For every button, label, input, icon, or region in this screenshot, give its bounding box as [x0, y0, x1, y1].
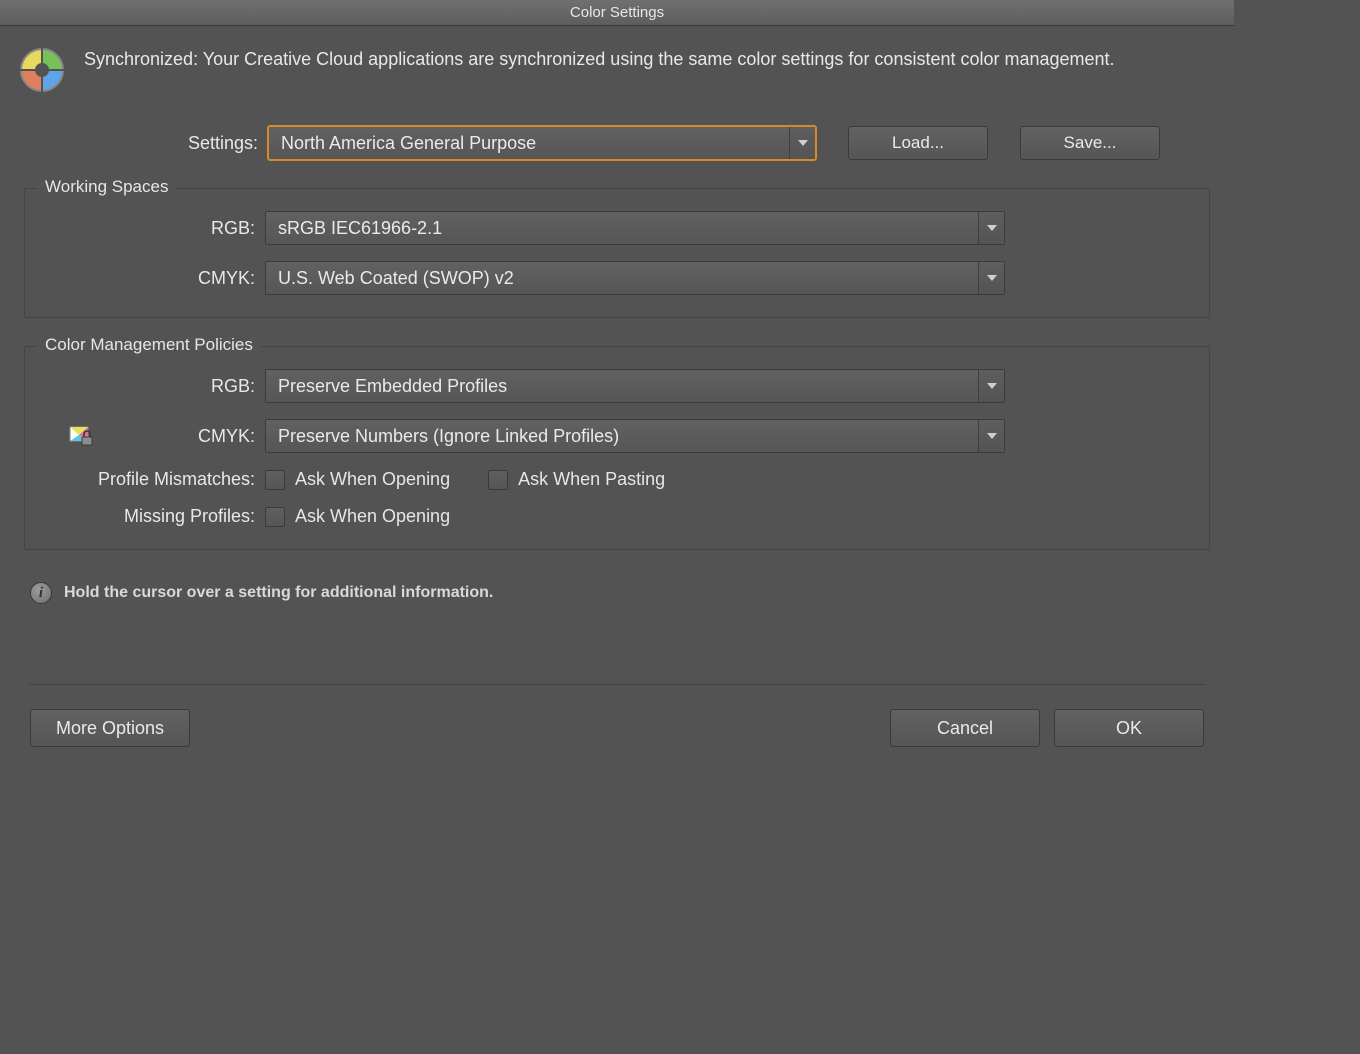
chevron-down-icon	[978, 420, 1004, 452]
ws-cmyk-label: CMYK:	[43, 268, 255, 289]
chevron-down-icon	[978, 370, 1004, 402]
window-titlebar: Color Settings	[0, 0, 1234, 26]
divider	[28, 684, 1206, 685]
ws-rgb-value: sRGB IEC61966-2.1	[278, 218, 442, 239]
profile-mismatches-label: Profile Mismatches:	[43, 469, 255, 490]
pol-cmyk-dropdown[interactable]: Preserve Numbers (Ignore Linked Profiles…	[265, 419, 1005, 453]
info-icon: i	[30, 582, 52, 604]
mismatch-paste-checkbox[interactable]	[488, 470, 508, 490]
ws-cmyk-value: U.S. Web Coated (SWOP) v2	[278, 268, 514, 289]
load-button[interactable]: Load...	[848, 126, 988, 160]
working-spaces-legend: Working Spaces	[37, 177, 176, 197]
settings-dropdown[interactable]: North America General Purpose	[268, 126, 816, 160]
settings-label: Settings:	[38, 133, 258, 154]
mismatch-paste-label: Ask When Pasting	[518, 469, 665, 490]
sync-status-icon	[18, 46, 66, 98]
window-title: Color Settings	[570, 4, 664, 21]
pol-cmyk-value: Preserve Numbers (Ignore Linked Profiles…	[278, 426, 619, 447]
hint-text: Hold the cursor over a setting for addit…	[64, 584, 493, 602]
cancel-button[interactable]: Cancel	[890, 709, 1040, 747]
mismatch-open-label: Ask When Opening	[295, 469, 450, 490]
ws-rgb-label: RGB:	[43, 218, 255, 239]
ws-rgb-dropdown[interactable]: sRGB IEC61966-2.1	[265, 211, 1005, 245]
missing-open-checkbox[interactable]	[265, 507, 285, 527]
sync-status-text: Synchronized: Your Creative Cloud applic…	[84, 46, 1216, 74]
more-options-button[interactable]: More Options	[30, 709, 190, 747]
settings-dropdown-value: North America General Purpose	[281, 133, 536, 154]
working-spaces-panel: Working Spaces RGB: sRGB IEC61966-2.1 CM…	[24, 188, 1210, 318]
chevron-down-icon	[978, 212, 1004, 244]
mismatch-open-checkbox[interactable]	[265, 470, 285, 490]
pol-rgb-label: RGB:	[43, 376, 255, 397]
pol-rgb-value: Preserve Embedded Profiles	[278, 376, 507, 397]
chevron-down-icon	[789, 127, 815, 159]
save-button[interactable]: Save...	[1020, 126, 1160, 160]
ok-button[interactable]: OK	[1054, 709, 1204, 747]
ws-cmyk-dropdown[interactable]: U.S. Web Coated (SWOP) v2	[265, 261, 1005, 295]
pol-rgb-dropdown[interactable]: Preserve Embedded Profiles	[265, 369, 1005, 403]
color-policies-panel: Color Management Policies RGB: Preserve …	[24, 346, 1210, 550]
missing-open-label: Ask When Opening	[295, 506, 450, 527]
chevron-down-icon	[978, 262, 1004, 294]
locked-cmyk-icon	[67, 425, 95, 447]
color-policies-legend: Color Management Policies	[37, 335, 261, 355]
missing-profiles-label: Missing Profiles:	[43, 506, 255, 527]
